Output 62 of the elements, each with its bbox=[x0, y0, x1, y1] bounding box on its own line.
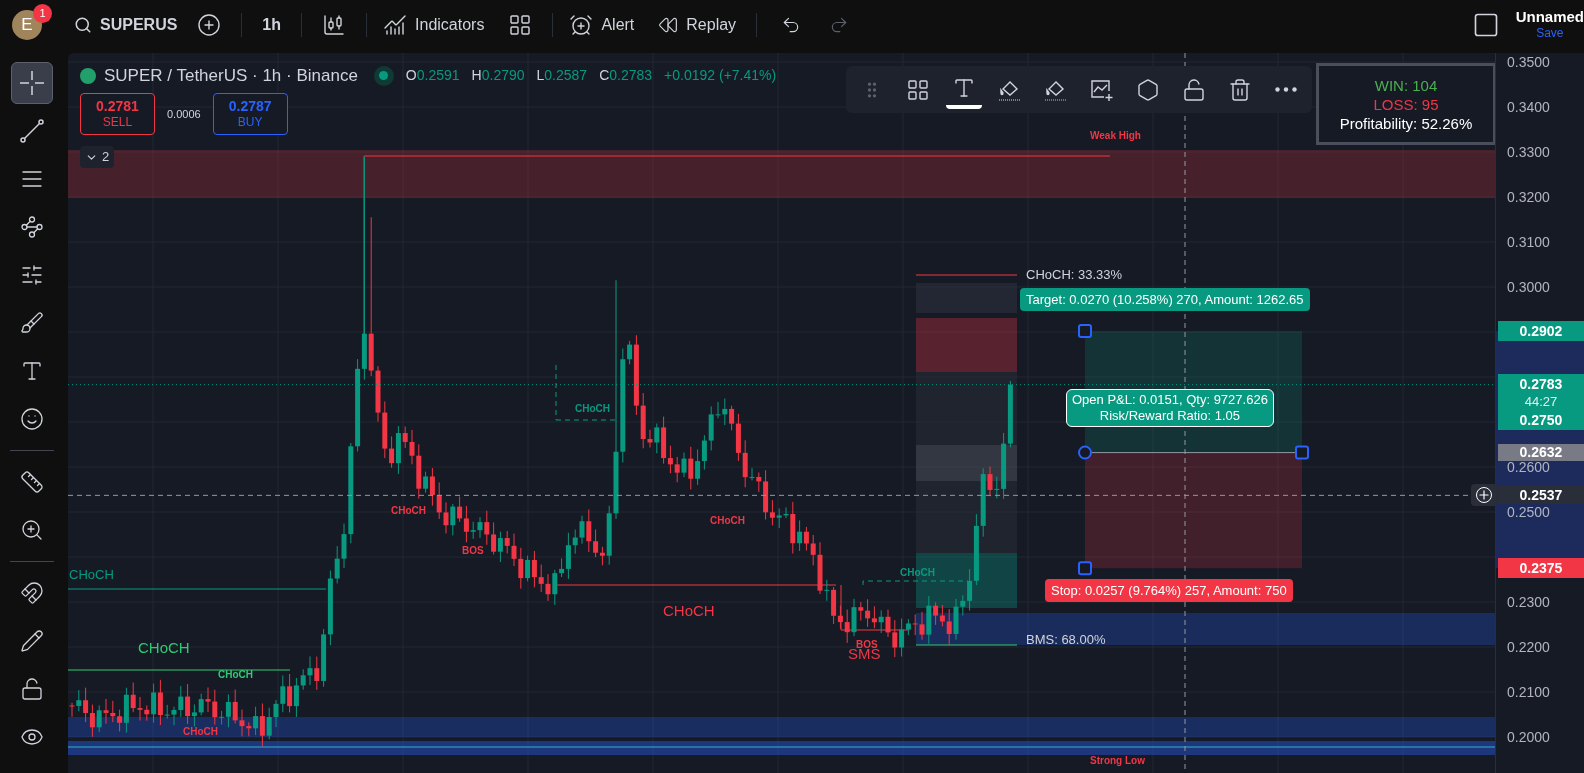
countdown-text: 44:27 bbox=[1524, 393, 1558, 410]
chart-label: Weak High bbox=[1090, 131, 1141, 141]
chart-label: BOS bbox=[856, 640, 878, 650]
buy-text: BUY bbox=[237, 115, 263, 131]
chart-label: BMS: 68.00% bbox=[1026, 633, 1106, 646]
sell-price: 0.2781 bbox=[96, 97, 139, 116]
price-tag: 0.2375 bbox=[1498, 558, 1584, 579]
chart-label: CHoCH bbox=[663, 603, 715, 618]
symbol-search[interactable]: SUPERUS bbox=[66, 7, 186, 42]
price-tick: 0.3500 bbox=[1507, 55, 1550, 69]
chart-label: CHoCH bbox=[218, 670, 253, 680]
chart-label: BOS bbox=[462, 546, 484, 556]
stop-label: Stop: 0.0257 (9.764%) 257, Amount: 750 bbox=[1045, 579, 1293, 602]
chart-label: Strong Low bbox=[1090, 756, 1145, 766]
replay-button[interactable]: Replay bbox=[646, 12, 749, 37]
sell-button[interactable]: 0.2781 SELL bbox=[80, 93, 155, 135]
price-tick: 0.3100 bbox=[1507, 235, 1550, 249]
price-text: 0.2783 bbox=[1519, 374, 1563, 393]
loss-count: LOSS: 95 bbox=[1373, 96, 1439, 112]
ohlc-value: H0.2790 bbox=[471, 66, 525, 86]
ohlc-value: L0.2587 bbox=[536, 66, 588, 86]
price-text: 0.2750 bbox=[1519, 410, 1563, 429]
pnl-text: Open P&L: 0.0151, Qty: 9727.626 bbox=[1072, 392, 1268, 408]
target-label: Target: 0.0270 (10.258%) 270, Amount: 1262.65 bbox=[1020, 288, 1310, 311]
price-tick: 0.2600 bbox=[1507, 460, 1550, 474]
chart-label: CHoCH bbox=[575, 404, 610, 414]
buy-button[interactable]: 0.2787 BUY bbox=[212, 93, 288, 135]
buy-price: 0.2787 bbox=[228, 97, 272, 116]
price-tag: 0.2902 bbox=[1498, 321, 1584, 342]
price-tick: 0.2500 bbox=[1507, 505, 1550, 519]
profitability-text: Profitability: 52.26% bbox=[1339, 115, 1473, 131]
save-link[interactable]: Save bbox=[1536, 26, 1564, 42]
layout-name[interactable]: Unnamed bbox=[1515, 7, 1584, 27]
price-tick: 0.3000 bbox=[1507, 280, 1550, 294]
chart-label: CHoCH bbox=[710, 516, 745, 526]
win-count: WIN: 104 bbox=[1374, 77, 1438, 93]
chart-label: CHoCH bbox=[138, 640, 190, 655]
price-tick: 0.3200 bbox=[1507, 190, 1550, 204]
notification-badge: 1 bbox=[33, 3, 52, 23]
price-tick: 0.2000 bbox=[1507, 730, 1550, 744]
crosshair-price-tag: 0.2537 bbox=[1498, 486, 1584, 505]
spread-value: 0.0006 bbox=[167, 106, 201, 122]
chart-label: CHoCH: 33.33% bbox=[1026, 268, 1123, 281]
price-tick: 0.2100 bbox=[1507, 685, 1550, 699]
chart-label: CHoCH bbox=[183, 727, 218, 737]
price-tick: 0.2300 bbox=[1507, 595, 1550, 609]
interval-button[interactable]: 1h bbox=[250, 12, 294, 37]
alert-button[interactable]: Alert bbox=[557, 12, 647, 37]
price-tick: 0.3400 bbox=[1507, 100, 1550, 114]
pnl-text: Risk/Reward Ratio: 1.05 bbox=[1099, 408, 1240, 424]
price-change: +0.0192 (+7.41%) bbox=[664, 66, 777, 86]
indicators-button[interactable]: Indicators bbox=[375, 12, 493, 37]
chart-label: CHoCH bbox=[900, 568, 935, 578]
price-tick: 0.2200 bbox=[1507, 640, 1550, 654]
price-tick: 0.3300 bbox=[1507, 145, 1550, 159]
ohlc-value: O0.2591 bbox=[405, 66, 460, 86]
symbol-title: SUPER / TetherUS · 1h · Binance bbox=[104, 65, 358, 87]
sell-text: SELL bbox=[102, 115, 133, 131]
chart-label: CHoCH bbox=[69, 568, 114, 581]
ohlc-value: C0.2783 bbox=[599, 66, 653, 86]
chart-label: CHoCH bbox=[391, 506, 426, 516]
indicator-toggle[interactable]: 2 bbox=[80, 146, 115, 168]
